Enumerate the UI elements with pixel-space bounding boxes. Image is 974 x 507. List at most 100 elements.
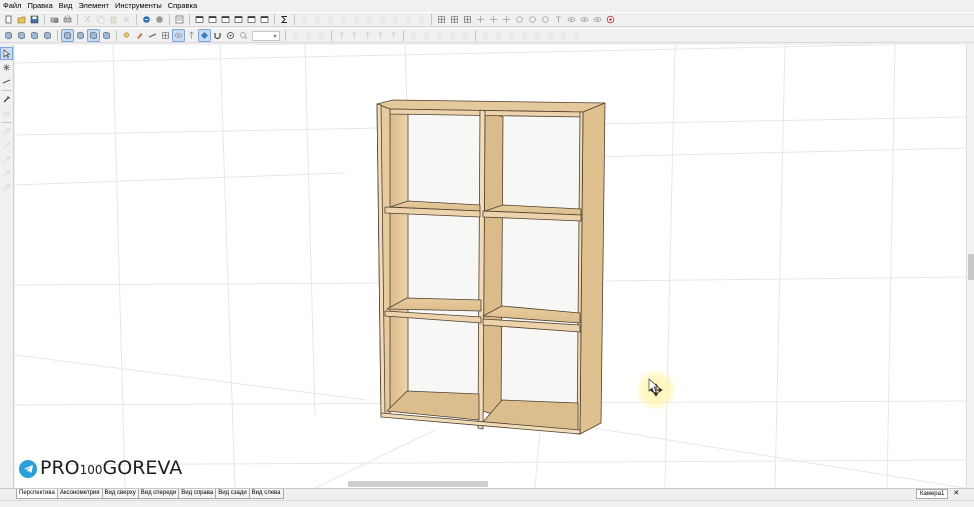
align-icon[interactable] <box>421 30 432 41</box>
align-icon[interactable] <box>506 30 517 41</box>
paste-icon[interactable] <box>108 14 119 25</box>
move-icon[interactable] <box>475 14 486 25</box>
panel-icon[interactable] <box>29 30 40 41</box>
rotate-icon[interactable] <box>514 14 525 25</box>
align-icon[interactable] <box>290 30 301 41</box>
menu-item-1[interactable]: Правка <box>27 0 52 12</box>
align-icon[interactable] <box>447 30 458 41</box>
properties-icon[interactable] <box>174 14 185 25</box>
grid-icon[interactable] <box>436 14 447 25</box>
align-icon[interactable] <box>364 14 375 25</box>
align-icon[interactable] <box>299 14 310 25</box>
light-icon[interactable] <box>121 30 132 41</box>
paint-icon[interactable] <box>134 30 145 41</box>
menu-item-0[interactable]: Файл <box>3 0 21 12</box>
move-icon[interactable] <box>488 14 499 25</box>
delete-icon[interactable] <box>121 14 132 25</box>
transform-icon[interactable] <box>1 62 12 73</box>
panel-icon[interactable] <box>16 30 27 41</box>
arrow-icon[interactable] <box>362 30 373 41</box>
align-icon[interactable] <box>493 30 504 41</box>
select-arrow-icon[interactable] <box>0 47 13 60</box>
view-window-icon[interactable] <box>207 14 218 25</box>
magnet-icon[interactable] <box>212 30 223 41</box>
arrow-icon[interactable] <box>388 30 399 41</box>
view-window-icon[interactable] <box>259 14 270 25</box>
view-tab-1[interactable]: Аксонометрия <box>56 489 103 499</box>
grid-icon[interactable] <box>462 14 473 25</box>
camera-close-icon[interactable]: ✕ <box>953 490 959 498</box>
diamond-icon[interactable] <box>198 29 211 42</box>
eye-icon[interactable] <box>592 14 603 25</box>
vertical-scroll-thumb[interactable] <box>968 254 974 280</box>
camera-tab[interactable]: Камера1 ✕ <box>916 489 959 499</box>
align-icon[interactable] <box>558 30 569 41</box>
arrow-icon[interactable] <box>186 30 197 41</box>
align-icon[interactable] <box>403 14 414 25</box>
align-icon[interactable] <box>338 14 349 25</box>
print-preview-icon[interactable] <box>49 14 60 25</box>
align-icon[interactable] <box>480 30 491 41</box>
copy-icon[interactable] <box>95 14 106 25</box>
align-icon[interactable] <box>416 14 427 25</box>
eye-icon[interactable] <box>579 14 590 25</box>
open-icon[interactable] <box>16 14 27 25</box>
grid-icon[interactable] <box>160 30 171 41</box>
eyedropper-icon[interactable] <box>1 94 12 105</box>
align-icon[interactable] <box>351 14 362 25</box>
view-window-icon[interactable] <box>233 14 244 25</box>
horizontal-scroll-thumb[interactable] <box>348 481 488 487</box>
align-icon[interactable] <box>571 30 582 41</box>
new-icon[interactable] <box>3 14 14 25</box>
tool-icon[interactable] <box>1 182 12 193</box>
eye-icon[interactable] <box>566 14 577 25</box>
align-icon[interactable] <box>434 30 445 41</box>
3d-viewport[interactable] <box>15 45 966 488</box>
align-icon[interactable] <box>519 30 530 41</box>
align-icon[interactable] <box>316 30 327 41</box>
view-window-icon[interactable] <box>220 14 231 25</box>
tool-icon[interactable] <box>1 140 12 151</box>
text-icon[interactable] <box>553 14 564 25</box>
view-tab-4[interactable]: Вид справа <box>178 489 217 499</box>
view-tab-5[interactable]: Вид сзади <box>215 489 250 499</box>
zoom-icon[interactable] <box>238 30 249 41</box>
align-icon[interactable] <box>545 30 556 41</box>
align-icon[interactable] <box>532 30 543 41</box>
align-icon[interactable] <box>460 30 471 41</box>
grid-icon[interactable] <box>449 14 460 25</box>
save-icon[interactable] <box>29 14 40 25</box>
arrow-icon[interactable] <box>375 30 386 41</box>
print-icon[interactable] <box>62 14 73 25</box>
horizontal-scrollbar[interactable] <box>15 480 966 488</box>
menu-item-4[interactable]: Инструменты <box>115 0 162 12</box>
move-icon[interactable] <box>501 14 512 25</box>
vertical-scrollbar[interactable] <box>966 45 974 488</box>
menu-item-5[interactable]: Справка <box>168 0 197 12</box>
align-icon[interactable] <box>390 14 401 25</box>
wheel-icon[interactable] <box>225 30 236 41</box>
erase-icon[interactable] <box>1 108 12 119</box>
view-tab-6[interactable]: Вид слева <box>248 489 284 499</box>
view-window-icon[interactable] <box>246 14 257 25</box>
panel-icon[interactable] <box>75 30 86 41</box>
panel-icon[interactable] <box>87 29 100 42</box>
menu-item-3[interactable]: Элемент <box>78 0 109 12</box>
menu-item-2[interactable]: Вид <box>59 0 73 12</box>
view-tab-3[interactable]: Вид спереди <box>137 489 180 499</box>
panel-icon[interactable] <box>61 29 74 42</box>
align-icon[interactable] <box>303 30 314 41</box>
eye-icon[interactable] <box>172 29 185 42</box>
undo-icon[interactable] <box>141 14 152 25</box>
stop-icon[interactable] <box>605 14 616 25</box>
view-tab-0[interactable]: Перспектива <box>16 489 58 499</box>
camera-tab-label[interactable]: Камера1 <box>916 489 949 499</box>
tool-icon[interactable] <box>1 126 12 137</box>
tool-icon[interactable] <box>1 154 12 165</box>
align-icon[interactable] <box>408 30 419 41</box>
zoom-combobox[interactable] <box>252 30 280 41</box>
view-window-icon[interactable] <box>194 14 205 25</box>
view-tab-2[interactable]: Вид сверху <box>101 489 139 499</box>
arrow-icon[interactable] <box>349 30 360 41</box>
panel-icon[interactable] <box>3 30 14 41</box>
